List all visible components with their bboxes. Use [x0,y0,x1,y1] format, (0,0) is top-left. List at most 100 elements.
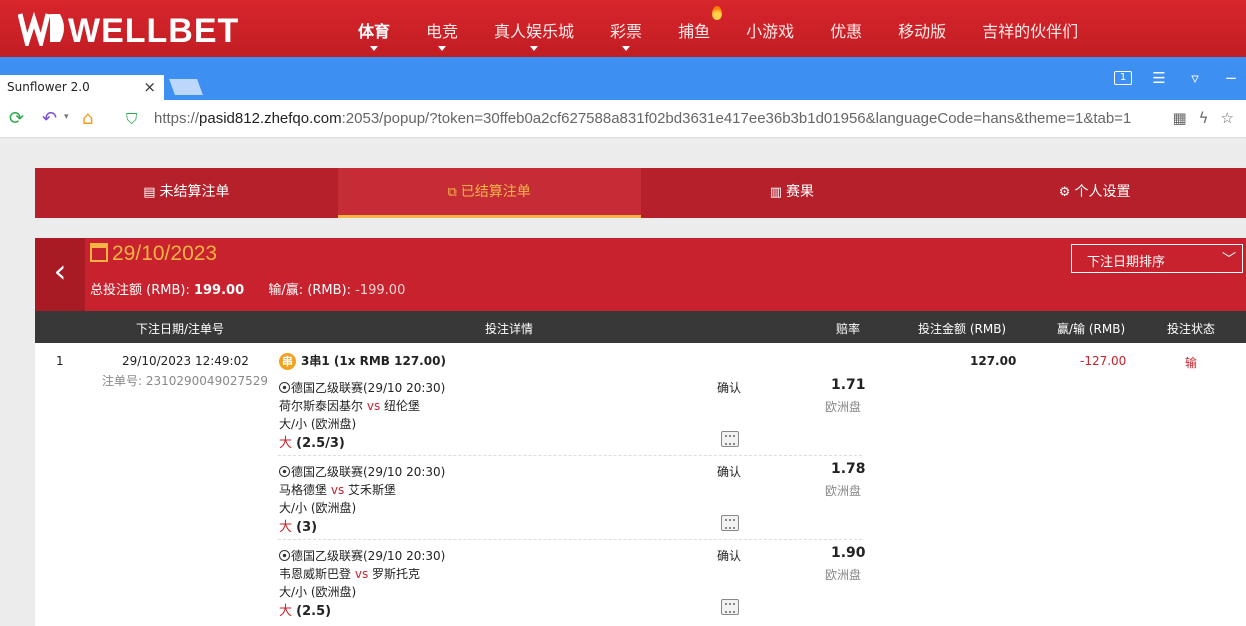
pick-text: 大 [279,520,293,535]
home-team: 荷尔斯泰因基尔 [279,399,364,413]
minimize-icon[interactable]: − [1222,69,1240,87]
table-body: 1 29/10/2023 12:49:02 注单号: 2310290049027… [35,343,1246,626]
tab-settings[interactable]: ⚙ 个人设置 [943,168,1246,218]
league-text: 德国乙级联赛(29/10 20:30) [291,381,446,395]
new-tab-button[interactable] [169,79,203,95]
ticket-id: 注单号: 2310290049027529 [102,374,269,388]
league-text: 德国乙级联赛(29/10 20:30) [291,465,446,479]
leg-market: 大/小 (欧洲盘) [279,501,357,515]
tab-unsettled[interactable]: ▤ 未结算注单 [35,168,338,218]
parlay-title-text: 3串1 (1x RMB 127.00) [301,354,446,368]
caret-down-icon [438,46,447,51]
nav-label: 小游戏 [746,22,795,41]
home-icon[interactable]: ⌂ [82,108,93,129]
main-nav: 体育 电竞 真人娱乐城 彩票 捕鱼 小游戏 优惠 移动版 吉祥的伙伴们 [340,0,1096,57]
leg-league: 德国乙级联赛(29/10 20:30) [279,379,445,396]
nav-mini-games[interactable]: 小游戏 [728,0,812,57]
sort-select[interactable]: 下注日期排序 ﹀ [1071,244,1243,273]
skin-icon[interactable]: ▿ [1186,69,1204,87]
winloss-value: -199.00 [355,283,406,298]
away-team: 纽伦堡 [384,399,421,413]
ticket-icon[interactable] [721,515,739,531]
leg-odds-type: 欧洲盘 [825,568,862,582]
site-header: WELLBET 体育 电竞 真人娱乐城 彩票 捕鱼 小游戏 优惠 移动版 吉祥的… [0,0,1246,57]
tab-count-icon[interactable]: 1 [1114,71,1132,85]
bet-datetime: 29/10/2023 12:49:02 [122,354,249,368]
total-stake-value: 199.00 [193,283,245,298]
star-icon[interactable]: ☆ [1221,109,1234,127]
browser-tab-strip: Sunflower 2.0 × 1 ☰ ▿ − [0,57,1246,100]
address-actions: ▦ ϟ ☆ [1172,109,1234,127]
status-badge: 输 [1185,356,1198,370]
date-value: 29/10/2023 [112,242,218,265]
nav-mobile[interactable]: 移动版 [880,0,964,57]
lightning-icon[interactable]: ϟ [1199,109,1209,127]
winloss-value: -127.00 [1080,354,1127,368]
pick-text: 大 [279,436,293,451]
close-icon[interactable]: × [143,78,156,96]
leg-odds-type: 欧洲盘 [825,400,862,414]
nav-esports[interactable]: 电竞 [408,0,476,57]
wellbet-logo[interactable]: WELLBET [18,10,239,51]
header-date-id: 下注日期/注单号 [136,322,225,336]
browser-tab[interactable]: Sunflower 2.0 × [0,75,164,100]
tab-label: 个人设置 [1074,184,1131,200]
address-bar: ⟳ ↶ ▾ ⌂ ⛉ https://pasid812.zhefqo.com:20… [0,100,1246,138]
leg-confirm-status: 确认 [717,549,742,563]
tab-results[interactable]: ▥ 赛果 [641,168,944,218]
caret-down-icon [530,46,539,51]
winloss-label: 输/赢: (RMB): [268,283,352,298]
nav-label: 移动版 [898,22,947,41]
browser-window-controls: 1 ☰ ▿ − [1114,69,1246,87]
leg-odds-type: 欧洲盘 [825,484,862,498]
chevron-down-icon[interactable]: ▾ [64,112,69,122]
bet-tabs: ▤ 未结算注单 ⧉ 已结算注单 ▥ 赛果 ⚙ 个人设置 [35,168,1246,218]
nav-live-casino[interactable]: 真人娱乐城 [476,0,592,57]
refresh-icon[interactable]: ⟳ [9,108,24,129]
leg-market: 大/小 (欧洲盘) [279,417,357,431]
away-team: 罗斯托克 [372,567,421,581]
caret-down-icon [370,46,378,51]
back-button[interactable]: ‹ [35,238,85,311]
leg-teams: 韦恩威斯巴登 vs 罗斯托克 [279,565,420,582]
logo-text: WELLBET [68,12,240,50]
leg-pick: 大 (2.5) [279,600,331,619]
chevron-left-icon: ‹ [53,252,67,290]
leg-confirm-status: 确认 [717,465,742,479]
pick-line: (2.5) [296,604,332,619]
away-team: 艾禾斯堡 [348,483,397,497]
nav-label: 电竞 [426,22,459,41]
calendar-icon [90,243,108,262]
tab-settled[interactable]: ⧉ 已结算注单 [337,168,641,218]
url-field[interactable]: https://pasid812.zhefqo.com:2053/popup/?… [154,110,1131,127]
nav-partners[interactable]: 吉祥的伙伴们 [964,0,1096,57]
menu-icon[interactable]: ☰ [1150,69,1168,87]
url-host: pasid812.zhefqo.com [199,110,342,127]
sort-select-value: 下注日期排序 [1087,255,1166,270]
nav-sports[interactable]: 体育 [340,0,408,57]
secure-shield-icon: ⛉ [126,110,138,128]
header-stake: 投注金额 (RMB) [918,322,1007,336]
leg-confirm-status: 确认 [717,381,742,395]
undo-icon[interactable]: ↶ [42,108,57,129]
total-stake-label: 总投注额 (RMB): [90,283,190,298]
header-detail: 投注详情 [485,322,534,336]
ticket-icon[interactable] [721,431,739,447]
caret-down-icon [622,46,631,51]
nav-label: 真人娱乐城 [494,22,575,41]
ticket-icon[interactable] [721,599,739,615]
fire-icon [712,6,723,20]
parlay-title: 串 3串1 (1x RMB 127.00) [279,352,446,370]
stake-value: 127.00 [970,354,1017,368]
nav-promotions[interactable]: 优惠 [812,0,880,57]
header-odds: 赔率 [836,322,861,336]
nav-fishing[interactable]: 捕鱼 [660,0,728,57]
nav-lottery[interactable]: 彩票 [592,0,660,57]
leg-divider [278,539,862,540]
leg-odds: 1.71 [831,377,866,393]
qr-code-icon[interactable]: ▦ [1172,109,1186,127]
nav-label: 捕鱼 [678,22,711,41]
row-index: 1 [56,354,64,368]
nav-label: 彩票 [610,22,643,41]
home-team: 韦恩威斯巴登 [279,567,352,581]
